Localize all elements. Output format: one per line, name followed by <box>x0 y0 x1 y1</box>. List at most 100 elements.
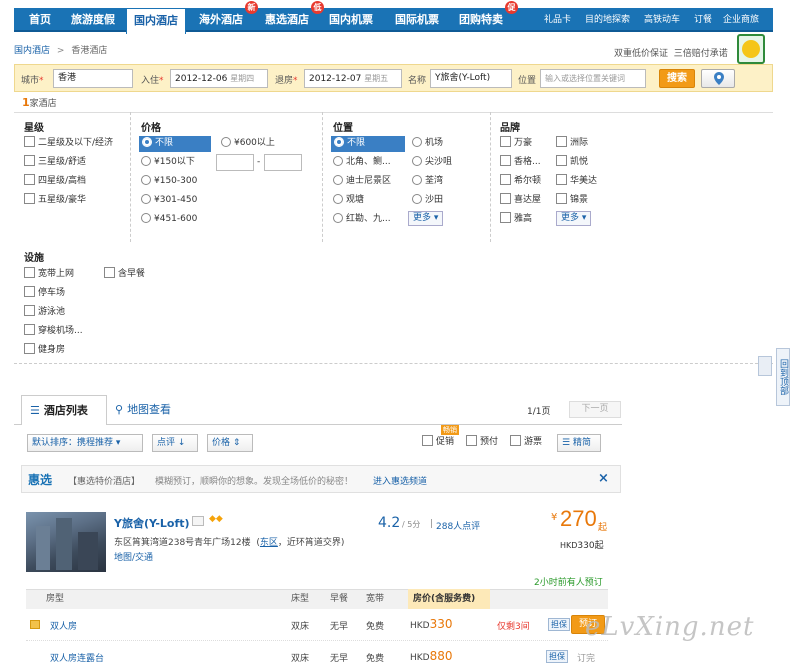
close-icon[interactable]: × <box>598 471 609 486</box>
brand-option[interactable]: 锦景 <box>556 193 588 209</box>
prepay-checkbox[interactable]: 预付 <box>466 435 498 451</box>
facility-option[interactable]: 宽带上网 <box>24 267 74 283</box>
location-filter-title: 位置 <box>333 123 353 134</box>
facility-option[interactable]: 游泳池 <box>24 305 65 321</box>
map-traffic-link[interactable]: 地图/交通 <box>114 550 153 563</box>
nav-domestic-hotel[interactable]: 国内酒店 <box>126 8 186 34</box>
price-option[interactable]: ¥451-600 <box>141 212 197 228</box>
brand-option[interactable]: 喜达屋 <box>500 193 541 209</box>
tab-map-view[interactable]: ⚲ 地图查看 <box>115 395 171 425</box>
hotel-name-input[interactable]: Y旅舍(Y-Loft) <box>430 69 512 88</box>
nav-intl-flight[interactable]: 国际机票 <box>386 8 448 32</box>
brand-option[interactable]: 洲际 <box>556 136 588 152</box>
nav-gift-card[interactable]: 礼品卡 <box>544 8 571 32</box>
location-option[interactable]: 荃湾 <box>412 174 443 190</box>
nav-domestic-flight[interactable]: 国内机票 <box>320 8 382 32</box>
brand-option[interactable]: 希尔顿 <box>500 174 541 190</box>
review-separator: | <box>430 519 434 529</box>
room-breakfast: 无早 <box>330 654 349 664</box>
checkout-input[interactable]: 2012-12-07 星期五 <box>304 69 402 88</box>
location-option[interactable]: 迪士尼景区 <box>333 174 391 190</box>
default-sort-dropdown[interactable]: 默认排序：携程推荐 ▾ <box>27 434 143 452</box>
header-breakfast: 早餐 <box>330 594 349 604</box>
price-option[interactable]: ¥150以下 <box>141 155 195 171</box>
price-max-input[interactable] <box>264 154 302 171</box>
room-table-header <box>490 589 608 609</box>
location-option[interactable]: 尖沙咀 <box>412 155 452 171</box>
star-option[interactable]: 四星级/高档 <box>24 174 86 190</box>
review-count-link[interactable]: 288人点评 <box>436 519 480 532</box>
breadcrumb-root[interactable]: 国内酒店 <box>14 46 50 56</box>
map-pin-button[interactable] <box>701 69 735 88</box>
brand-option[interactable]: 华美达 <box>556 174 597 190</box>
city-input[interactable]: 香港 <box>53 69 133 88</box>
filter-divider <box>322 112 323 242</box>
chevron-down-icon: ▾ <box>115 438 121 448</box>
nav-vacation[interactable]: 旅游度假 <box>62 8 124 32</box>
location-option-any[interactable]: 不限 <box>331 136 405 152</box>
nav-corporate[interactable]: 企业商旅 <box>723 8 759 32</box>
nav-dining[interactable]: 订餐 <box>694 8 712 32</box>
facility-option[interactable]: 停车场 <box>24 286 65 302</box>
next-page-button[interactable]: 下一页 <box>569 401 621 418</box>
promo-checkbox[interactable]: 促销 <box>422 435 454 451</box>
list-icon: ☰ <box>562 438 571 448</box>
star-option[interactable]: 二星级及以下/经济 <box>24 136 113 152</box>
list-icon: ☰ <box>30 404 40 417</box>
location-option[interactable]: 红勘、九... <box>333 212 391 228</box>
location-option[interactable]: 观塘 <box>333 193 364 209</box>
hotel-name[interactable]: Y旅舍(Y-Loft) <box>114 515 190 531</box>
brief-view-button[interactable]: ☰ 精简 <box>557 434 601 452</box>
brand-option[interactable]: 香格... <box>500 155 541 171</box>
room-name[interactable]: 双人房连露台 <box>50 651 104 664</box>
arrow-up-icon[interactable] <box>758 356 772 376</box>
facility-option[interactable]: 健身房 <box>24 343 65 359</box>
hotel-district-link[interactable]: 东区 <box>260 538 278 548</box>
promo-link[interactable]: 进入惠选频道 <box>373 474 427 487</box>
price-option-any[interactable]: 不限 <box>139 136 211 152</box>
main-nav: 首页 旅游度假 国内酒店 海外酒店新 惠选酒店低 国内机票 国际机票 团购特卖促… <box>14 1 773 34</box>
rating-sort-button[interactable]: 点评 ↓ <box>152 434 198 452</box>
location-input[interactable]: 输入或选择位置关键词 <box>540 69 646 88</box>
price-sort-button[interactable]: 价格 ⇕ <box>207 434 253 452</box>
location-more-button[interactable]: 更多 ▾ <box>408 211 444 226</box>
location-option[interactable]: 沙田 <box>412 193 443 209</box>
price-option[interactable]: ¥301-450 <box>141 193 197 209</box>
room-name[interactable]: 双人房 <box>50 619 77 632</box>
nav-overseas-hotel[interactable]: 海外酒店新 <box>190 1 258 32</box>
back-to-top-button[interactable]: 回到顶部 <box>776 348 790 406</box>
nav-group-buy[interactable]: 团购特卖促 <box>450 1 518 32</box>
checkout-date: 2012-12-07 <box>309 74 362 84</box>
tab-hotel-list[interactable]: ☰ 酒店列表 <box>21 395 107 425</box>
nav-discount-hotel[interactable]: 惠选酒店低 <box>256 1 324 32</box>
location-option[interactable]: 机场 <box>412 136 443 152</box>
nav-rail[interactable]: 高铁动车 <box>644 8 680 32</box>
hotel-photo[interactable] <box>26 512 106 572</box>
price-option[interactable]: ¥600以上 <box>221 136 275 152</box>
price-range-dash: - <box>257 157 261 167</box>
facility-option[interactable]: 穿梭机场... <box>24 324 83 340</box>
star-option[interactable]: 三星级/舒适 <box>24 155 86 171</box>
brand-more-button[interactable]: 更多 ▾ <box>556 211 592 226</box>
checkin-date: 2012-12-06 <box>175 74 228 84</box>
nav-home[interactable]: 首页 <box>18 8 62 32</box>
currency-symbol: ¥ <box>551 512 558 523</box>
filter-divider <box>490 112 491 242</box>
guarantee-tag: 担保 <box>548 618 570 631</box>
search-button[interactable]: 搜索 <box>659 69 695 88</box>
header-price: 房价(含服务费) <box>413 594 476 604</box>
price-option[interactable]: ¥150-300 <box>141 174 197 190</box>
nav-explore[interactable]: 目的地探索 <box>585 8 630 32</box>
tour-ticket-checkbox[interactable]: 游票 <box>510 435 542 451</box>
price-filter-title: 价格 <box>141 123 161 134</box>
brand-option[interactable]: 万豪 <box>500 136 532 152</box>
brand-option[interactable]: 雅高 <box>500 212 532 228</box>
header-broadband: 宽带 <box>366 594 385 604</box>
brand-option[interactable]: 凯悦 <box>556 155 588 171</box>
checkin-input[interactable]: 2012-12-06 星期四 <box>170 69 268 88</box>
facility-option[interactable]: 含早餐 <box>104 267 145 283</box>
location-option[interactable]: 北角、鲗... <box>333 155 391 171</box>
checkout-label: 退房* <box>275 76 298 86</box>
price-min-input[interactable] <box>216 154 254 171</box>
star-option[interactable]: 五星级/豪华 <box>24 193 86 209</box>
